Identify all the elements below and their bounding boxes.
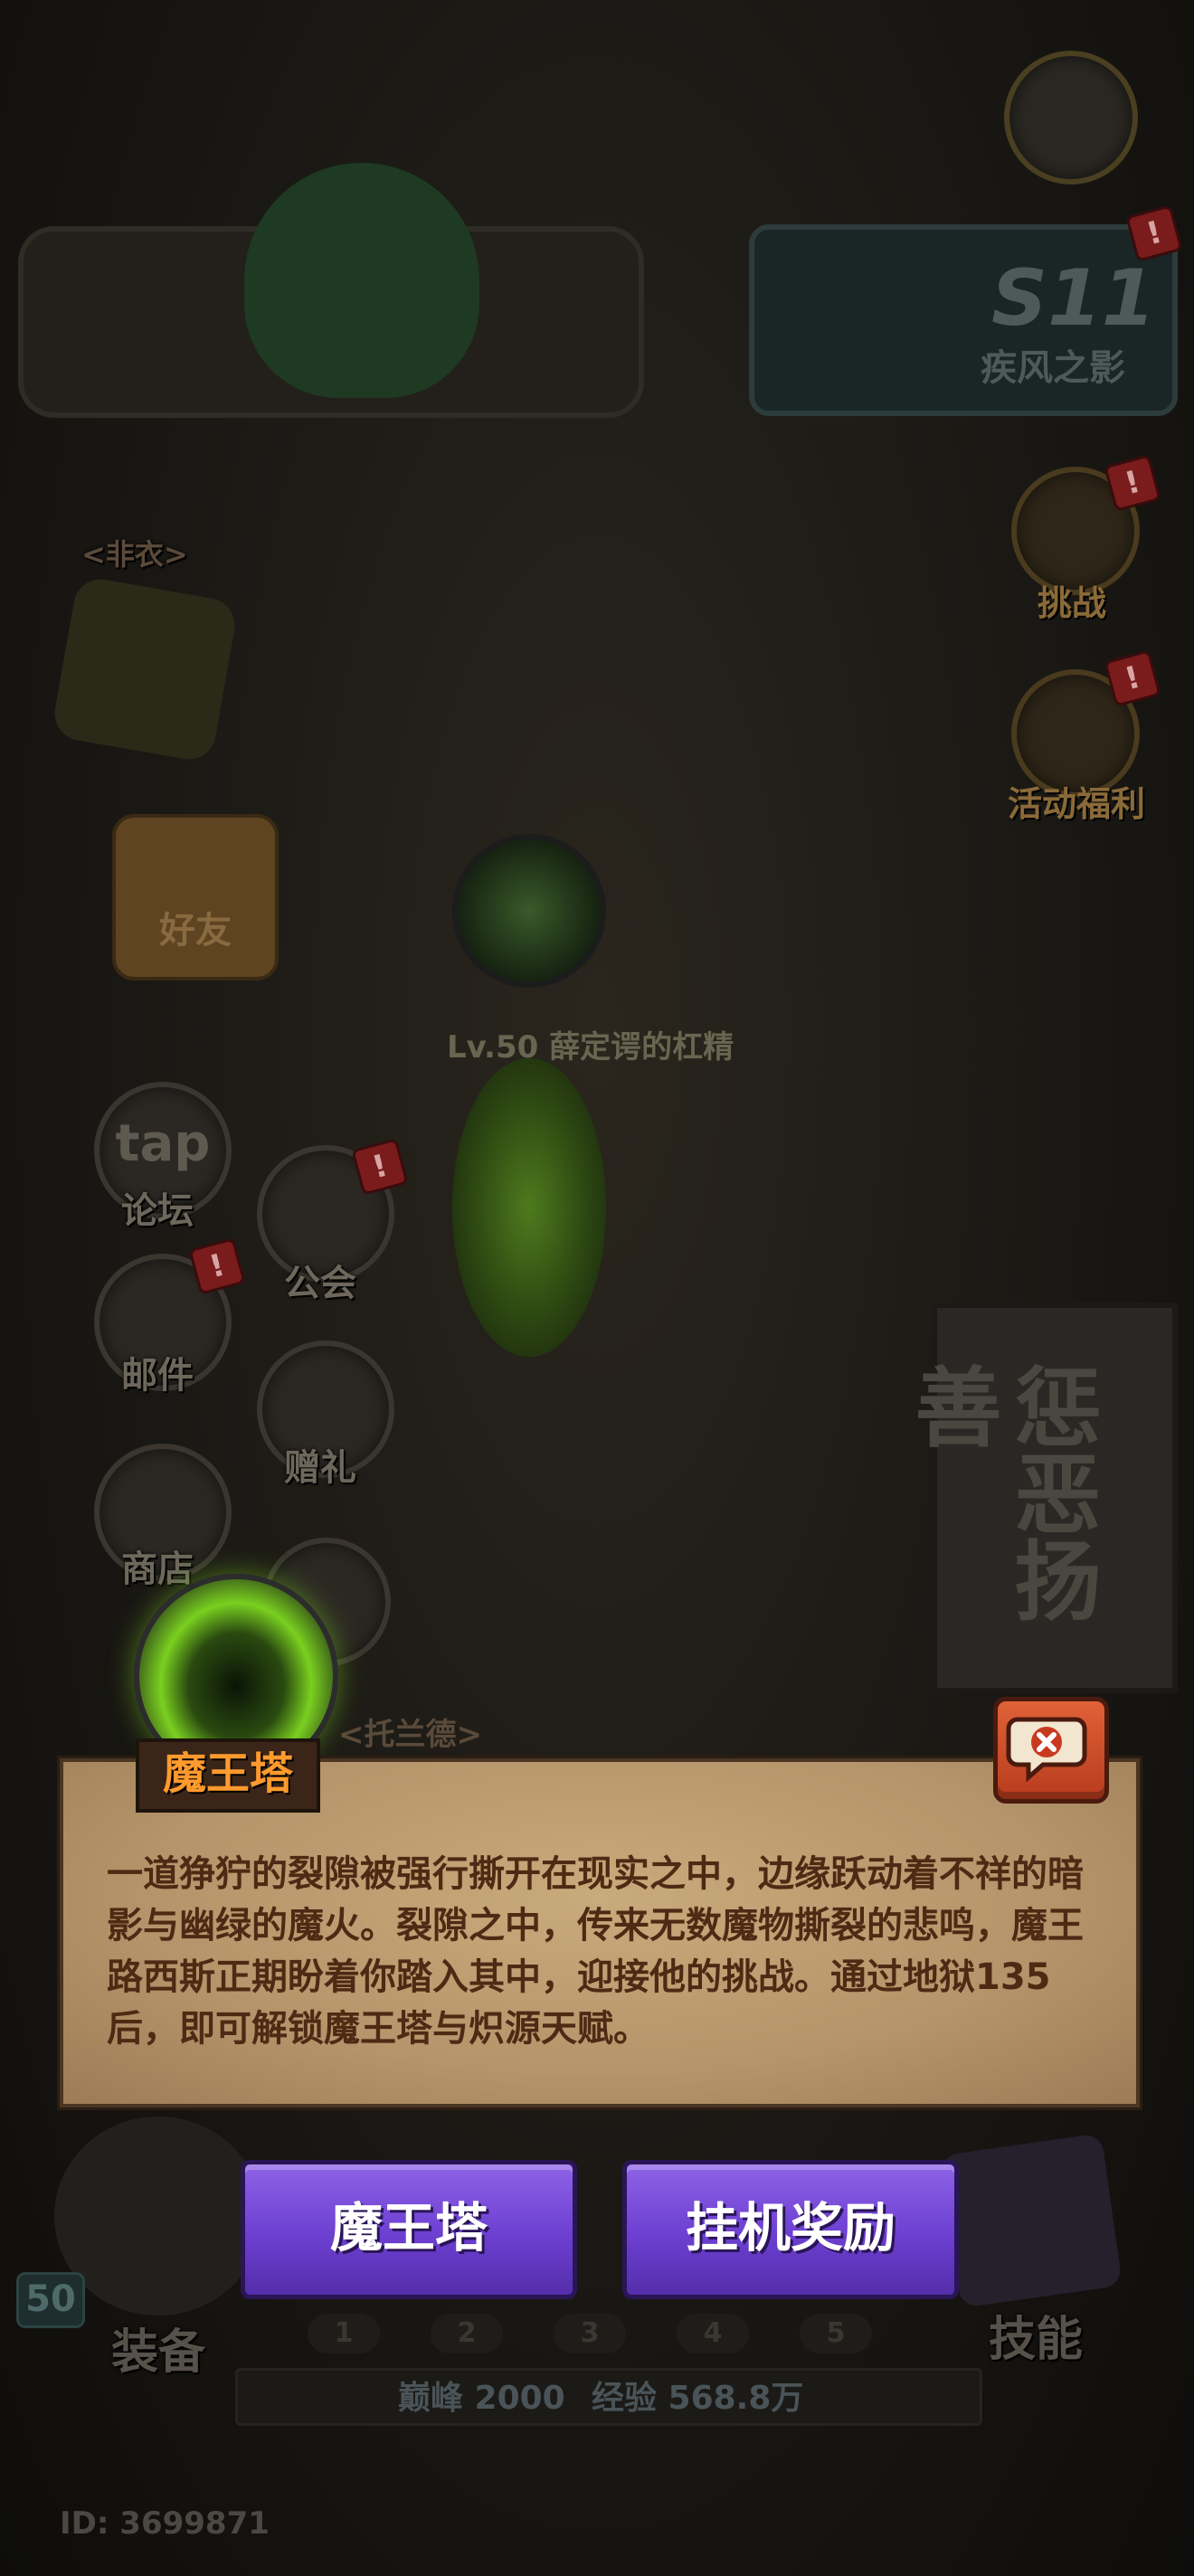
dice-object — [50, 574, 240, 764]
season-card[interactable]: S11 疾风之影 — [749, 224, 1178, 416]
mail-label: 邮件 — [121, 1355, 194, 1397]
green-monster-portrait — [244, 163, 479, 398]
top-right-fire-icon[interactable] — [1004, 51, 1138, 185]
equipment-label[interactable]: 装备 — [90, 2314, 226, 2382]
friends-button[interactable]: 好友 — [112, 814, 279, 980]
player-id: ID: 3699871 — [60, 2505, 270, 2542]
idle-reward-button[interactable]: 挂机奖励 — [622, 2160, 959, 2299]
equipment-character — [54, 2117, 262, 2316]
justice-banner: 惩恶扬善 — [900, 1302, 1178, 1693]
level-badge: 50 — [16, 2272, 85, 2328]
skill-slot[interactable]: 5 — [800, 2314, 872, 2353]
banner-text: 惩恶扬善 — [900, 1362, 1101, 1623]
peak-label: 巅峰 2000 — [398, 2380, 565, 2417]
skills-label[interactable]: 技能 — [968, 2301, 1104, 2369]
popup-title: 魔王塔 — [136, 1738, 321, 1813]
skill-slot[interactable]: 1 — [308, 2314, 380, 2353]
skill-slots: 1 2 3 4 5 — [308, 2314, 886, 2359]
swirl-portal-icon[interactable] — [452, 834, 606, 988]
npc-name-label-top: <非衣> — [81, 537, 188, 572]
gift-label: 赠礼 — [284, 1447, 356, 1489]
skill-book — [940, 2133, 1123, 2308]
demon-tower-button[interactable]: 魔王塔 — [241, 2160, 577, 2299]
challenge-label: 挑战 — [1037, 583, 1106, 623]
popup-description: 一道狰狞的裂隙被强行撕开在现实之中，边缘跃动着不祥的暗影与幽绿的魔火。裂隙之中，… — [107, 1853, 1084, 2050]
forum-tap-logo: tap — [115, 1114, 211, 1173]
green-portal[interactable] — [452, 1058, 606, 1357]
guild-label: 公会 — [284, 1263, 356, 1304]
forum-label: 论坛 — [121, 1190, 194, 1232]
skill-slot[interactable]: 2 — [431, 2314, 503, 2353]
skill-slot[interactable]: 4 — [677, 2314, 749, 2353]
event-benefits-label: 活动福利 — [1007, 784, 1145, 824]
npc-level-label: Lv.50 薛定谔的杠精 — [447, 1029, 734, 1065]
close-button[interactable] — [993, 1697, 1109, 1804]
bottom-left-npc-label: <托兰德> — [338, 1717, 482, 1753]
close-speech-icon — [1006, 1717, 1087, 1783]
season-code: S11 — [991, 253, 1156, 344]
skill-slot[interactable]: 3 — [554, 2314, 626, 2353]
friends-label: 好友 — [159, 910, 232, 952]
exp-label: 经验 568.8万 — [592, 2380, 804, 2417]
season-name: 疾风之影 — [981, 347, 1125, 389]
